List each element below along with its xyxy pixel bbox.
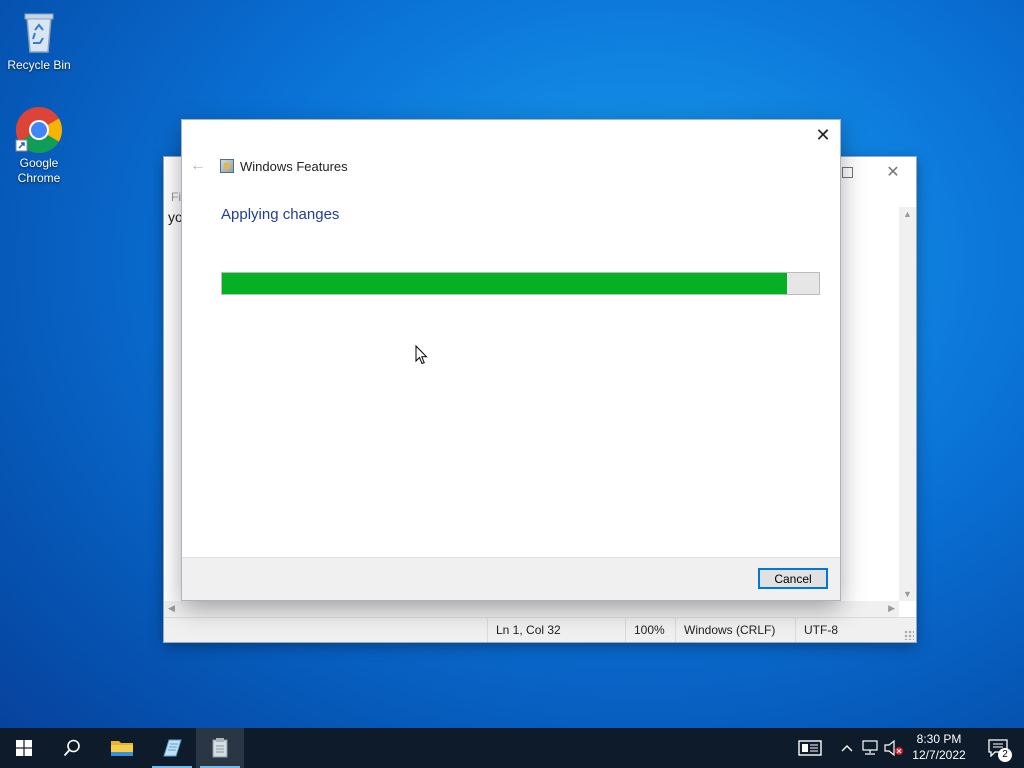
search-icon (63, 739, 80, 757)
clock-time: 8:30 PM (916, 732, 962, 746)
notepad-text-area[interactable]: yo (168, 209, 183, 225)
show-hidden-icons-button[interactable] (836, 728, 858, 768)
windows-features-icon (220, 159, 234, 173)
maximize-icon (841, 166, 853, 178)
dialog-heading: Applying changes (221, 206, 340, 223)
vertical-scrollbar[interactable]: ▲ ▼ (899, 207, 916, 601)
news-widget-button[interactable] (787, 728, 833, 768)
notification-count-badge: 2 (998, 748, 1012, 762)
status-zoom: 100% (625, 618, 676, 642)
scroll-left-icon[interactable]: ◀ (168, 603, 175, 614)
taskbar-app-notepad[interactable] (148, 728, 196, 768)
chevron-up-icon (841, 745, 853, 752)
progress-bar (221, 272, 820, 295)
dialog-close-button[interactable]: ✕ (806, 120, 840, 150)
volume-muted-icon (884, 740, 903, 756)
scroll-right-icon[interactable]: ▶ (888, 603, 895, 614)
start-button[interactable] (0, 728, 48, 768)
close-icon: ✕ (886, 164, 900, 181)
scroll-down-icon[interactable]: ▼ (899, 589, 916, 599)
chrome-label: Google Chrome (17, 156, 61, 185)
taskbar-app-windows-features[interactable] (196, 728, 244, 768)
windows-features-dialog: ✕ ← Windows Features Applying changes Ca… (182, 120, 840, 600)
recycle-bin-label: Recycle Bin (7, 58, 71, 72)
chrome-icon (15, 106, 63, 154)
folder-icon (111, 741, 133, 756)
resize-grip-icon[interactable] (904, 630, 914, 640)
status-position: Ln 1, Col 32 (487, 618, 616, 642)
clock[interactable]: 8:30 PM 12/7/2022 (906, 731, 972, 763)
close-button[interactable]: ✕ (870, 157, 916, 187)
windows-logo-icon (16, 740, 32, 756)
dialog-title: Windows Features (240, 158, 348, 174)
taskbar: 8:30 PM 12/7/2022 2 (0, 728, 1024, 768)
status-line-ending: Windows (CRLF) (675, 618, 794, 642)
volume-button[interactable] (882, 728, 906, 768)
mouse-cursor-icon (415, 344, 429, 370)
desktop-icon-google-chrome[interactable]: Google Chrome (1, 106, 77, 186)
progress-fill (222, 273, 788, 294)
notepad-status-bar: Ln 1, Col 32 100% Windows (CRLF) UTF-8 (164, 617, 916, 642)
close-icon: ✕ (815, 124, 831, 145)
file-explorer-button[interactable] (98, 728, 146, 768)
dialog-nav-bar: ← Windows Features (190, 156, 348, 176)
back-arrow-icon[interactable]: ← (190, 157, 208, 175)
windows-features-taskbar-icon (212, 738, 228, 758)
action-center-button[interactable]: 2 (978, 728, 1018, 768)
notepad-icon (163, 739, 182, 757)
horizontal-scrollbar[interactable]: ◀ ▶ (164, 601, 899, 618)
scroll-up-icon[interactable]: ▲ (899, 209, 916, 219)
status-encoding: UTF-8 (795, 618, 904, 642)
cancel-button[interactable]: Cancel (758, 568, 828, 589)
search-button[interactable] (48, 728, 96, 768)
dialog-footer: Cancel (182, 557, 840, 600)
recycle-bin-icon (15, 8, 63, 56)
network-icon (862, 740, 878, 755)
network-button[interactable] (858, 728, 882, 768)
news-icon (798, 740, 822, 756)
desktop-icon-recycle-bin[interactable]: Recycle Bin (1, 8, 77, 73)
clock-date: 12/7/2022 (912, 748, 966, 762)
